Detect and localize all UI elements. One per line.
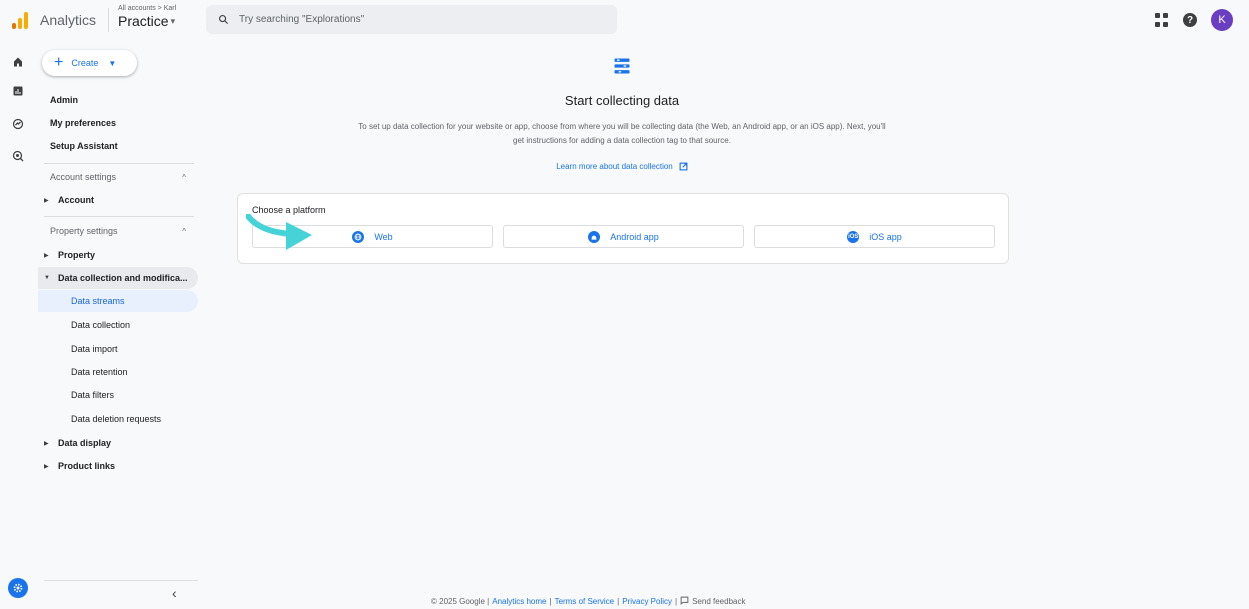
data-streams-icon [614, 58, 630, 74]
sidebar-item-data-filters[interactable]: Data filters [38, 384, 198, 406]
account-picker[interactable]: All accounts > Karl Practice ▾ [118, 5, 176, 29]
page-description: To set up data collection for your websi… [260, 120, 984, 148]
advertising-icon[interactable] [11, 150, 25, 164]
send-feedback-link[interactable]: Send feedback [692, 597, 745, 606]
sidebar-item-data-retention[interactable]: Data retention [38, 361, 198, 383]
expand-arrow-icon: ▶ [44, 197, 49, 204]
sidebar-item-admin[interactable]: Admin [38, 89, 198, 111]
analytics-logo-icon[interactable] [12, 11, 30, 29]
search-icon [219, 15, 229, 25]
create-label: Create [71, 58, 99, 68]
expand-arrow-icon: ▶ [44, 440, 49, 447]
search-input[interactable] [239, 14, 599, 25]
admin-sidebar: + Create ▼ Admin My preferences Setup As… [38, 40, 200, 609]
chevron-up-icon: ^ [182, 226, 186, 236]
sidebar-item-label: Product links [58, 461, 116, 471]
home-icon[interactable] [11, 56, 25, 70]
sidebar-item-account[interactable]: ▶ Account [38, 189, 198, 211]
top-bar: Analytics All accounts > Karl Practice ▾… [0, 0, 1249, 40]
footer-separator: | [617, 597, 620, 606]
privacy-policy-link[interactable]: Privacy Policy [622, 597, 672, 606]
top-right-icons: ? K [1155, 9, 1233, 31]
sidebar-item-my-preferences[interactable]: My preferences [38, 112, 198, 134]
chevron-left-icon[interactable]: ‹ [172, 585, 177, 601]
property-settings-section[interactable]: Property settings ^ [38, 220, 198, 242]
external-link-icon [679, 162, 688, 171]
sidebar-item-data-deletion-requests[interactable]: Data deletion requests [38, 408, 198, 430]
caret-down-icon: ▾ [170, 15, 176, 26]
platform-label: iOS app [869, 231, 902, 242]
explore-icon[interactable] [11, 118, 25, 132]
reports-icon[interactable] [11, 85, 25, 99]
header-divider [108, 8, 109, 32]
account-settings-section[interactable]: Account settings ^ [38, 166, 198, 188]
search-bar[interactable] [206, 5, 617, 34]
sidebar-divider [44, 163, 194, 164]
footer-copyright: © 2025 Google | [431, 597, 490, 606]
sidebar-divider [44, 216, 194, 217]
page-title: Start collecting data [564, 93, 680, 108]
globe-icon [352, 230, 365, 243]
platform-label: Android app [610, 231, 659, 242]
help-icon[interactable]: ? [1183, 13, 1197, 27]
sidebar-item-product-links[interactable]: ▶ Product links [38, 455, 198, 477]
platform-label: Web [374, 231, 393, 242]
account-settings-label: Account settings [50, 172, 117, 182]
sidebar-item-property[interactable]: ▶ Property [38, 244, 198, 266]
chevron-up-icon: ^ [182, 172, 186, 182]
sidebar-item-data-display[interactable]: ▶ Data display [38, 432, 198, 454]
terms-of-service-link[interactable]: Terms of Service [555, 597, 615, 606]
sidebar-item-label: Data collection and modifica... [58, 273, 188, 283]
property-settings-label: Property settings [50, 226, 118, 236]
caret-down-icon: ▼ [108, 58, 117, 68]
expand-arrow-icon: ▶ [44, 463, 49, 470]
sidebar-item-label: Data display [58, 438, 112, 448]
avatar[interactable]: K [1211, 9, 1233, 31]
learn-more-label: Learn more about data collection [556, 162, 673, 171]
footer-separator: | [549, 597, 552, 606]
sidebar-item-data-import[interactable]: Data import [38, 338, 198, 360]
sidebar-item-label: Property [58, 250, 96, 260]
sidebar-item-data-collection[interactable]: Data collection [38, 314, 198, 336]
ios-platform-button[interactable]: iOS iOS app [754, 225, 995, 248]
collapse-arrow-icon: ▼ [44, 275, 50, 281]
footer-separator: | [675, 597, 678, 606]
apps-grid-icon[interactable] [1155, 13, 1169, 27]
description-line: To set up data collection for your websi… [358, 122, 886, 131]
sidebar-divider [44, 580, 198, 581]
main-content: Start collecting data To set up data col… [200, 40, 1249, 609]
property-name: Practice [118, 13, 169, 29]
app-name: Analytics [40, 12, 97, 28]
nav-rail [0, 40, 38, 609]
pointer-arrow-icon [246, 214, 312, 250]
create-button[interactable]: + Create ▼ [42, 50, 137, 76]
ios-icon: iOS [847, 230, 860, 243]
android-icon [588, 230, 601, 243]
sidebar-item-data-collection-and-modification[interactable]: ▼ Data collection and modifica... [38, 267, 198, 289]
learn-more-link[interactable]: Learn more about data collection [200, 162, 1044, 171]
android-platform-button[interactable]: Android app [503, 225, 744, 248]
choose-platform-card: Choose a platform Web Android app iOS iO… [237, 193, 1009, 264]
feedback-icon [680, 596, 689, 607]
account-path: All accounts > Karl [118, 5, 177, 12]
description-line: get instructions for adding a data colle… [513, 136, 731, 145]
analytics-home-link[interactable]: Analytics home [492, 597, 546, 606]
footer: © 2025 Google | Analytics home | Terms o… [431, 596, 745, 607]
sidebar-item-data-streams[interactable]: Data streams [38, 290, 198, 312]
sidebar-item-label: Account [58, 195, 94, 205]
expand-arrow-icon: ▶ [44, 252, 49, 259]
gear-icon[interactable] [8, 578, 28, 598]
plus-icon: + [54, 54, 64, 71]
sidebar-item-setup-assistant[interactable]: Setup Assistant [38, 135, 198, 157]
